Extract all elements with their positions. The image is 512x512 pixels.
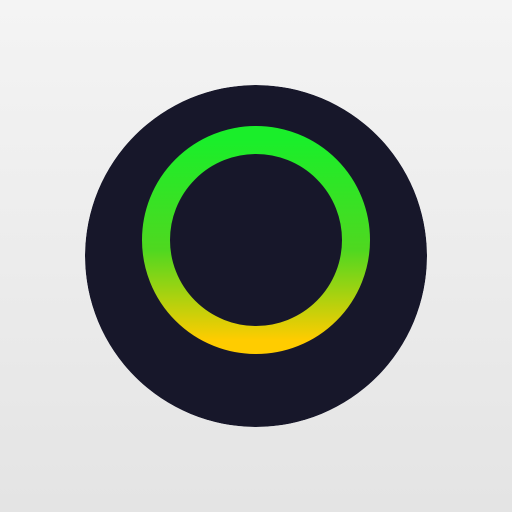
app-icon[interactable] xyxy=(85,85,427,427)
ring-icon xyxy=(85,85,427,427)
icon-canvas xyxy=(0,0,512,512)
